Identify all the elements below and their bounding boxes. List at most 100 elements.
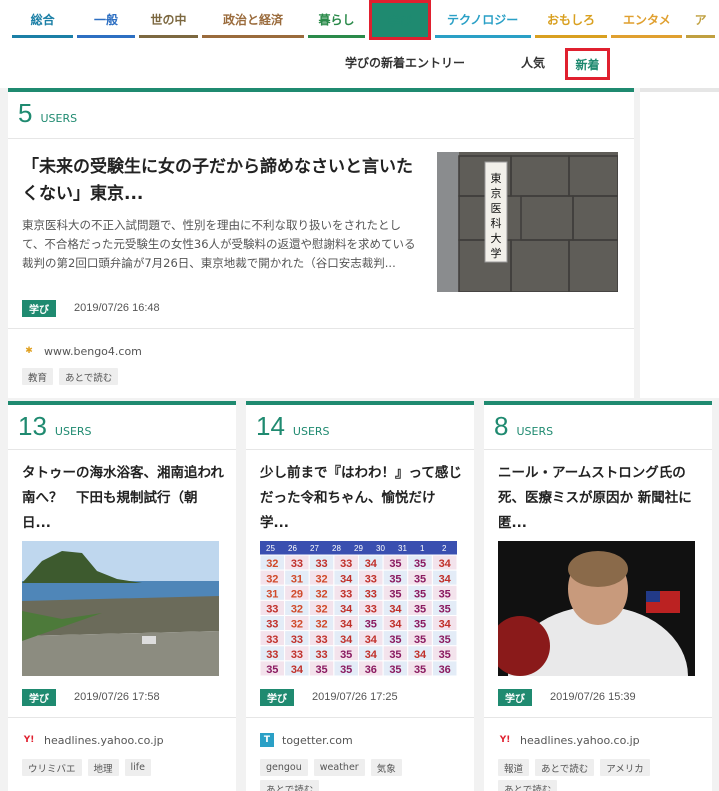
svg-text:33: 33 bbox=[291, 558, 303, 570]
svg-text:34: 34 bbox=[439, 573, 452, 585]
beach-image bbox=[22, 541, 219, 676]
svg-text:35: 35 bbox=[389, 573, 401, 585]
svg-text:31: 31 bbox=[291, 573, 303, 585]
tag-chip[interactable]: 報道 bbox=[498, 759, 530, 776]
svg-text:36: 36 bbox=[365, 664, 377, 676]
entry-tags: 教育 あとで読む bbox=[22, 368, 422, 385]
tag-chip[interactable]: ウリミバエ bbox=[22, 759, 82, 776]
tab-category-0[interactable]: 総合 bbox=[12, 0, 74, 38]
svg-text:36: 36 bbox=[439, 664, 451, 676]
svg-text:35: 35 bbox=[414, 664, 426, 676]
entry-source[interactable]: ✱ www.bengo4.com bbox=[22, 344, 142, 358]
entry-date: 2019/07/26 17:58 bbox=[74, 691, 160, 703]
divider bbox=[246, 449, 474, 450]
tag-chip[interactable]: gengou bbox=[260, 759, 308, 776]
category-nav: 総合 一般 世の中 政治と経済 暮らし 学び テクノロジー おもしろ エンタメ ア bbox=[0, 0, 719, 40]
subnav-newest-tab[interactable]: 新着 bbox=[565, 48, 610, 80]
svg-text:34: 34 bbox=[340, 634, 353, 646]
svg-text:33: 33 bbox=[266, 649, 278, 661]
svg-text:35: 35 bbox=[340, 664, 352, 676]
entry-title[interactable]: タトゥーの海水浴客、湘南追われ南へ？ 下田も規制試行（朝日... bbox=[22, 461, 226, 536]
tab-underline bbox=[611, 35, 683, 38]
bookmark-count[interactable]: 8 USERS bbox=[494, 411, 553, 442]
svg-text:34: 34 bbox=[439, 619, 452, 631]
tab-category-4[interactable]: 暮らし bbox=[307, 0, 366, 38]
entry-card: 14 USERS 少し前まで『はわわ！』って感じだった令和ちゃん、愉悦だけ学... 2… bbox=[246, 401, 474, 791]
yahoo-favicon-icon: Y! bbox=[23, 735, 35, 745]
svg-text:35: 35 bbox=[315, 664, 327, 676]
svg-text:35: 35 bbox=[389, 649, 401, 661]
subnav-entries-link[interactable]: 学びの新着エントリー bbox=[345, 54, 465, 71]
subnav-popular-tab[interactable]: 人気 bbox=[521, 54, 545, 71]
tag-chip[interactable]: 教育 bbox=[22, 368, 54, 385]
tag-chip[interactable]: 気象 bbox=[370, 759, 402, 776]
side-card bbox=[640, 88, 719, 398]
svg-text:33: 33 bbox=[315, 649, 327, 661]
tab-underline bbox=[534, 35, 608, 38]
entry-title[interactable]: ニール・アームストロング氏の死、医療ミスが原因か 新聞社に匿... bbox=[498, 461, 702, 536]
entry-date: 2019/07/26 17:25 bbox=[312, 691, 398, 703]
bookmark-count[interactable]: 14 USERS bbox=[256, 411, 330, 442]
tab-category-3[interactable]: 政治と経済 bbox=[202, 0, 304, 38]
gate-sign-image: 東京医科大学 bbox=[437, 152, 618, 292]
entry-title[interactable]: 少し前まで『はわわ！』って感じだった令和ちゃん、愉悦だけ学... bbox=[260, 461, 464, 536]
entry-source[interactable]: Ttogetter.com bbox=[260, 733, 353, 747]
tab-category-9[interactable]: ア bbox=[686, 0, 716, 38]
weather-grid-image: 25 26 27 28 29 30 31 1 2 32 33 33 33 34 35 35 34 32 31 32 34… bbox=[260, 541, 457, 676]
tag-chip[interactable]: あとで読む bbox=[59, 368, 119, 385]
tag-chip[interactable]: life bbox=[124, 759, 151, 776]
bengo4-favicon-icon: ✱ bbox=[25, 346, 33, 356]
entry-thumbnail[interactable]: 東京医科大学 bbox=[437, 152, 618, 292]
svg-text:35: 35 bbox=[340, 649, 352, 661]
tab-category-8[interactable]: エンタメ bbox=[611, 0, 683, 38]
tab-category-6[interactable]: テクノロジー bbox=[434, 0, 531, 38]
svg-text:35: 35 bbox=[439, 604, 451, 616]
entry-title[interactable]: 「未来の受験生に女の子だから諦めなさいと言いたくない」東京... bbox=[22, 154, 422, 208]
users-label: USERS bbox=[54, 425, 92, 438]
bookmark-count[interactable]: 13 USERS bbox=[18, 411, 92, 442]
tab-category-2[interactable]: 世の中 bbox=[138, 0, 199, 38]
tag-chip[interactable]: weather bbox=[313, 759, 365, 776]
category-badge[interactable]: 学び bbox=[260, 689, 294, 706]
svg-text:33: 33 bbox=[291, 634, 303, 646]
tag-chip[interactable]: あとで読む bbox=[260, 780, 320, 791]
entry-thumbnail[interactable] bbox=[498, 541, 695, 676]
tab-category-1[interactable]: 一般 bbox=[77, 0, 135, 38]
sub-nav: 学びの新着エントリー 人気 新着 bbox=[0, 40, 719, 88]
tab-underline bbox=[202, 35, 304, 38]
divider bbox=[484, 449, 712, 450]
entry-thumbnail[interactable] bbox=[22, 541, 219, 676]
svg-text:34: 34 bbox=[340, 619, 353, 631]
svg-text:35: 35 bbox=[414, 558, 426, 570]
category-badge[interactable]: 学び bbox=[498, 689, 532, 706]
category-badge[interactable]: 学び bbox=[22, 300, 56, 317]
source-domain: headlines.yahoo.co.jp bbox=[520, 733, 640, 747]
tab-label: エンタメ bbox=[623, 12, 671, 27]
tag-chip[interactable]: あとで読む bbox=[535, 759, 595, 776]
entry-card: 8 USERS ニール・アームストロング氏の死、医療ミスが原因か 新聞社に匿... 学… bbox=[484, 401, 712, 791]
tag-chip[interactable]: アメリカ bbox=[600, 759, 650, 776]
divider bbox=[8, 449, 236, 450]
entry-thumbnail[interactable]: 25 26 27 28 29 30 31 1 2 32 33 33 33 34 35 35 34 32 31 32 34… bbox=[260, 541, 457, 676]
tab-label: 政治と経済 bbox=[222, 12, 283, 27]
tab-category-7[interactable]: おもしろ bbox=[534, 0, 608, 38]
svg-text:35: 35 bbox=[389, 588, 401, 600]
svg-text:34: 34 bbox=[340, 573, 353, 585]
svg-text:34: 34 bbox=[365, 649, 378, 661]
svg-text:29: 29 bbox=[291, 588, 303, 600]
svg-text:29: 29 bbox=[354, 544, 363, 553]
svg-text:34: 34 bbox=[389, 604, 402, 616]
bookmark-count[interactable]: 5 USERS bbox=[18, 98, 77, 129]
svg-text:33: 33 bbox=[365, 588, 377, 600]
entry-source[interactable]: Y! headlines.yahoo.co.jp bbox=[22, 733, 164, 747]
svg-text:27: 27 bbox=[310, 544, 319, 553]
tag-chip[interactable]: あとで読む bbox=[498, 780, 558, 791]
togetter-favicon-icon: T bbox=[260, 733, 274, 747]
tag-chip[interactable]: 地理 bbox=[87, 759, 119, 776]
svg-text:33: 33 bbox=[340, 558, 352, 570]
entry-source[interactable]: Y! headlines.yahoo.co.jp bbox=[498, 733, 640, 747]
tab-category-5[interactable]: 学び bbox=[369, 0, 431, 40]
category-badge[interactable]: 学び bbox=[22, 689, 56, 706]
users-count: 5 bbox=[18, 98, 33, 128]
svg-text:32: 32 bbox=[291, 604, 303, 616]
